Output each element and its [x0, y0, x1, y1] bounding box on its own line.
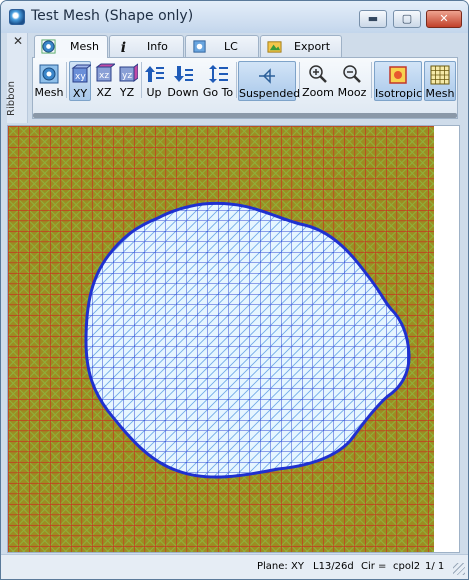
yz-button-label: YZ	[119, 86, 135, 99]
grid-icon	[430, 65, 450, 85]
title-bar[interactable]: Test Mesh (Shape only) ▬ ▢ ✕	[1, 1, 468, 33]
mooz-button-label: Mooz	[337, 86, 367, 99]
status-plane: Plane: XY	[257, 561, 304, 572]
separator	[371, 62, 372, 98]
xy-button[interactable]: xy XY	[69, 61, 91, 101]
app-icon	[9, 9, 25, 25]
zoom-out-icon	[343, 65, 361, 83]
isotropic-button[interactable]: Isotropic	[374, 61, 422, 101]
tab-lc[interactable]: LC	[185, 35, 259, 57]
lc-icon	[193, 40, 206, 53]
zoom-button-label: Zoom	[302, 86, 334, 99]
mesh-view-button-label: Mesh	[425, 87, 455, 100]
arrow-up-icon	[145, 66, 164, 82]
minimize-icon: ▬	[367, 12, 379, 25]
status-cir: Cir =	[361, 561, 387, 572]
minimize-button[interactable]: ▬	[359, 10, 387, 28]
tab-info[interactable]: i Info	[109, 35, 184, 57]
goto-button[interactable]: Go To	[202, 61, 234, 101]
suspended-button-label: Suspended	[239, 87, 301, 100]
xz-plane-icon: xz	[95, 63, 115, 82]
maximize-button[interactable]: ▢	[393, 10, 421, 28]
yz-button[interactable]: yz YZ	[116, 61, 138, 101]
isotropic-icon	[389, 66, 407, 84]
suspended-icon	[259, 68, 275, 84]
ribbon-side-panel: ✕ Ribbon	[5, 33, 28, 123]
separator	[66, 62, 67, 98]
info-icon: i	[121, 40, 126, 54]
resize-grip[interactable]	[453, 563, 465, 575]
up-button-label: Up	[146, 86, 162, 99]
xz-button[interactable]: xz XZ	[93, 61, 115, 101]
tab-lc-label: LC	[224, 40, 238, 53]
mesh-canvas[interactable]	[8, 126, 459, 552]
ribbon-label: Ribbon	[5, 81, 17, 116]
mesh-button-label: Mesh	[34, 86, 64, 99]
maximize-icon: ▢	[401, 12, 413, 25]
mooz-button[interactable]: Mooz	[336, 61, 368, 101]
ribbon-close-icon[interactable]: ✕	[13, 34, 23, 48]
up-button[interactable]: Up	[143, 61, 165, 101]
goto-button-label: Go To	[202, 86, 234, 99]
mesh-button[interactable]: Mesh	[34, 61, 64, 101]
xy-button-label: XY	[72, 87, 88, 100]
mesh-canvas-area[interactable]	[7, 125, 460, 553]
zoom-in-icon	[309, 65, 327, 83]
svg-text:xz: xz	[99, 71, 109, 81]
down-button[interactable]: Down	[167, 61, 199, 101]
xz-button-label: XZ	[96, 86, 112, 99]
mesh-icon	[39, 64, 59, 84]
zoom-button[interactable]: Zoom	[302, 61, 334, 101]
separator	[236, 62, 237, 98]
export-icon	[267, 41, 282, 53]
status-material: cpol2	[393, 561, 421, 572]
ribbon-scrollbar[interactable]	[33, 113, 457, 118]
tab-mesh-label: Mesh	[70, 40, 99, 53]
ribbon-toolbar: Mesh xy XY xz XZ yz YZ Up Down Go To Sus…	[32, 57, 458, 119]
isotropic-button-label: Isotropic	[375, 87, 423, 100]
mesh-view-button[interactable]: Mesh	[424, 61, 456, 101]
svg-text:i: i	[121, 40, 126, 54]
app-window: Test Mesh (Shape only) ▬ ▢ ✕ ✕ Ribbon Me…	[0, 0, 469, 580]
suspended-button[interactable]: Suspended	[238, 61, 301, 101]
window-title: Test Mesh (Shape only)	[31, 8, 194, 24]
mesh-icon	[41, 39, 56, 54]
xy-plane-icon: xy	[71, 64, 91, 83]
separator	[299, 62, 300, 98]
status-page: 1/ 1	[425, 561, 445, 572]
tab-info-label: Info	[147, 40, 168, 53]
close-button[interactable]: ✕	[426, 10, 462, 28]
separator	[141, 62, 142, 98]
status-bar: Plane: XY L13/26d Cir = cpol2 1/ 1	[1, 554, 468, 579]
tab-export-label: Export	[294, 40, 331, 53]
svg-text:yz: yz	[122, 71, 132, 81]
goto-icon	[209, 65, 228, 83]
svg-text:xy: xy	[75, 72, 86, 82]
status-layer: L13/26d	[313, 561, 354, 572]
arrow-down-icon	[174, 66, 193, 82]
tab-mesh[interactable]: Mesh	[34, 35, 108, 58]
close-icon: ✕	[439, 12, 449, 25]
tab-export[interactable]: Export	[260, 35, 342, 57]
down-button-label: Down	[167, 86, 199, 99]
yz-plane-icon: yz	[119, 63, 138, 82]
